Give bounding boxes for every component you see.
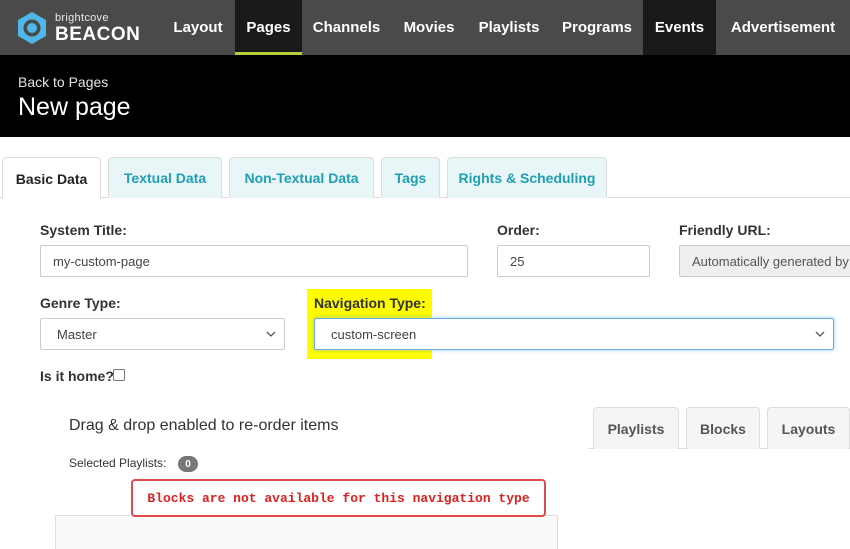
nav-item-layout[interactable]: Layout xyxy=(161,0,235,55)
nav-item-movies[interactable]: Movies xyxy=(391,0,467,55)
genre-type-label: Genre Type: xyxy=(40,295,121,311)
brand-small-text: brightcove xyxy=(55,11,109,24)
system-title-label: System Title: xyxy=(40,222,127,238)
tab-label: Textual Data xyxy=(123,170,207,186)
nav-item-label: Advertisement xyxy=(730,19,836,36)
chevron-down-icon xyxy=(266,331,276,337)
is-home-label: Is it home? xyxy=(40,368,114,384)
selected-count-badge: 0 xyxy=(178,456,198,472)
tab-blocks[interactable]: Blocks xyxy=(686,407,760,449)
nav-item-label: Playlists xyxy=(478,19,540,36)
nav-item-advertisement[interactable]: Advertisement xyxy=(716,0,850,55)
genre-type-select[interactable]: Master xyxy=(40,318,285,350)
tab-label: Playlists xyxy=(607,420,665,437)
order-label: Order: xyxy=(497,222,540,238)
navigation-type-value: custom-screen xyxy=(331,326,417,342)
genre-type-value: Master xyxy=(57,326,97,342)
tab-tags[interactable]: Tags xyxy=(381,157,440,198)
page-title: New page xyxy=(18,93,131,121)
drag-drop-hint: Drag & drop enabled to re-order items xyxy=(69,417,339,434)
chevron-down-icon xyxy=(815,331,825,337)
tab-basic-data[interactable]: Basic Data xyxy=(2,157,101,199)
tab-label: Blocks xyxy=(700,420,746,437)
blocks-unavailable-error: Blocks are not available for this naviga… xyxy=(131,479,546,517)
tab-label: Rights & Scheduling xyxy=(458,170,596,186)
nav-item-channels[interactable]: Channels xyxy=(302,0,391,55)
nav-item-label: Layout xyxy=(173,19,223,36)
nav-item-label: Movies xyxy=(403,19,455,36)
back-to-pages-link[interactable]: Back to Pages xyxy=(18,74,108,90)
top-nav: brightcove BEACON Layout Pages Channels … xyxy=(0,0,850,55)
navigation-type-select[interactable]: custom-screen xyxy=(314,318,834,350)
tab-rights-scheduling[interactable]: Rights & Scheduling xyxy=(447,157,607,198)
nav-item-label: Programs xyxy=(561,19,633,36)
nav-item-programs[interactable]: Programs xyxy=(551,0,643,55)
nav-item-events[interactable]: Events xyxy=(643,0,716,55)
brand-big-text: BEACON xyxy=(55,23,141,45)
tab-playlists[interactable]: Playlists xyxy=(593,407,679,449)
nav-item-playlists[interactable]: Playlists xyxy=(467,0,551,55)
nav-item-label: Channels xyxy=(312,19,381,36)
tab-layouts[interactable]: Layouts xyxy=(767,407,850,449)
tab-non-textual-data[interactable]: Non-Textual Data xyxy=(229,157,374,198)
system-title-input[interactable]: my-custom-page xyxy=(40,245,468,277)
tab-textual-data[interactable]: Textual Data xyxy=(108,157,222,198)
nav-item-pages[interactable]: Pages xyxy=(235,0,302,55)
nav-item-label: Pages xyxy=(246,19,291,36)
tab-label: Non-Textual Data xyxy=(244,170,359,186)
friendly-url-label: Friendly URL: xyxy=(679,222,771,238)
navigation-type-label: Navigation Type: xyxy=(314,295,426,311)
tab-label: Tags xyxy=(394,170,427,186)
beacon-logo-icon xyxy=(18,12,46,44)
selected-playlists-label: Selected Playlists: xyxy=(69,456,167,470)
brightcove-beacon-logo[interactable]: brightcove BEACON xyxy=(15,8,155,48)
nav-item-label: Events xyxy=(654,19,705,36)
selected-items-drop-area[interactable] xyxy=(55,515,558,549)
is-home-checkbox[interactable] xyxy=(113,369,125,381)
order-input[interactable]: 25 xyxy=(497,245,650,277)
friendly-url-input[interactable]: Automatically generated by xyxy=(679,245,850,277)
tab-label: Layouts xyxy=(781,420,836,437)
tab-label: Basic Data xyxy=(15,170,88,187)
